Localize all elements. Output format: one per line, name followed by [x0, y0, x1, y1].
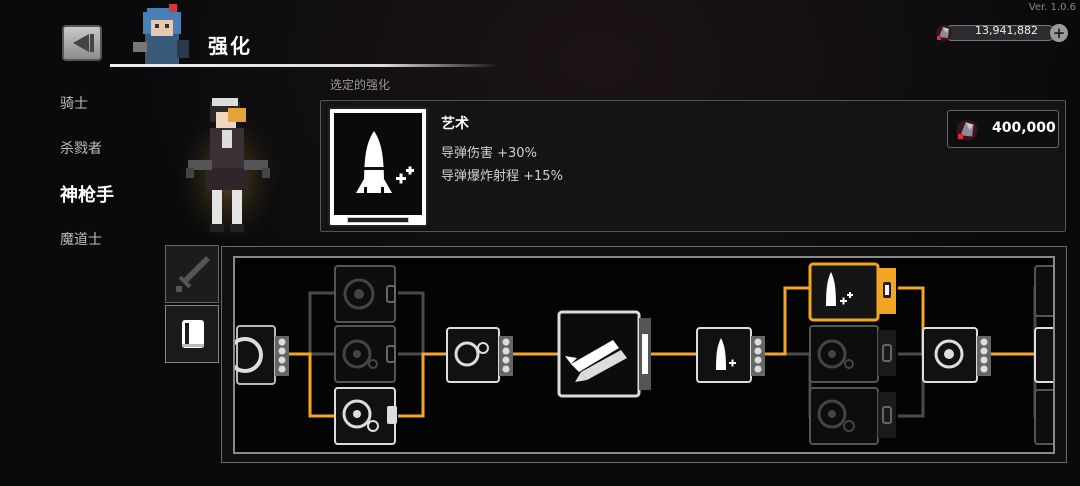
header-divider	[110, 64, 500, 67]
nav-item-mage[interactable]: 魔道士	[60, 229, 102, 249]
skill-node-partial[interactable]	[1034, 327, 1055, 383]
skill-node-locked[interactable]	[1034, 389, 1055, 445]
skill-effect-2: 导弹爆炸射程 +15%	[441, 169, 563, 184]
sword-icon	[176, 256, 210, 292]
skill-node-missiles[interactable]	[557, 310, 651, 398]
skill-node-shield[interactable]	[235, 325, 289, 385]
skill-tree	[233, 256, 1055, 454]
skill-effect-1: 导弹伤害 +30%	[441, 146, 537, 161]
add-currency-button[interactable]: +	[1050, 24, 1068, 42]
nav-item-slayer[interactable]: 杀戮者	[60, 138, 102, 158]
currency-display: 13,941,882 +	[934, 22, 1070, 44]
book-icon	[182, 320, 204, 348]
skill-node-locked[interactable]	[1034, 265, 1055, 317]
skill-node-locked[interactable]	[809, 325, 896, 383]
page-title: 强化	[208, 34, 252, 58]
skill-node-gears[interactable]	[446, 327, 513, 383]
skill-node-missile-plus[interactable]	[696, 327, 765, 383]
skill-node-selected[interactable]	[808, 262, 896, 322]
upgrade-cost: 400,000	[992, 120, 1056, 136]
skill-node-unlocked[interactable]	[334, 387, 397, 445]
character-sprite	[176, 98, 280, 240]
currency-amount: 13,941,882	[975, 24, 1038, 37]
skill-node-locked[interactable]	[809, 387, 896, 445]
upgrade-cost-button[interactable]: 400,000	[947, 110, 1059, 148]
selected-skill-card	[328, 107, 428, 227]
character-avatar	[133, 4, 189, 64]
back-button[interactable]	[62, 25, 102, 61]
nav-item-gunslinger[interactable]: 神枪手	[60, 181, 114, 207]
skill-level-bar	[347, 217, 409, 223]
back-arrow-icon	[73, 34, 89, 52]
nav-item-knight[interactable]: 骑士	[60, 93, 88, 113]
gem-icon	[956, 119, 978, 141]
tab-skills[interactable]	[165, 305, 219, 363]
skill-node-locked[interactable]	[334, 265, 396, 323]
missile-plus-icon	[356, 131, 414, 193]
section-label: 选定的强化	[330, 78, 391, 92]
skill-node-locked[interactable]	[334, 325, 396, 383]
tab-weapon[interactable]	[165, 245, 219, 303]
skill-node-core[interactable]	[922, 327, 991, 383]
skill-name: 艺术	[441, 116, 469, 132]
version-label: Ver. 1.0.6	[1028, 2, 1076, 13]
